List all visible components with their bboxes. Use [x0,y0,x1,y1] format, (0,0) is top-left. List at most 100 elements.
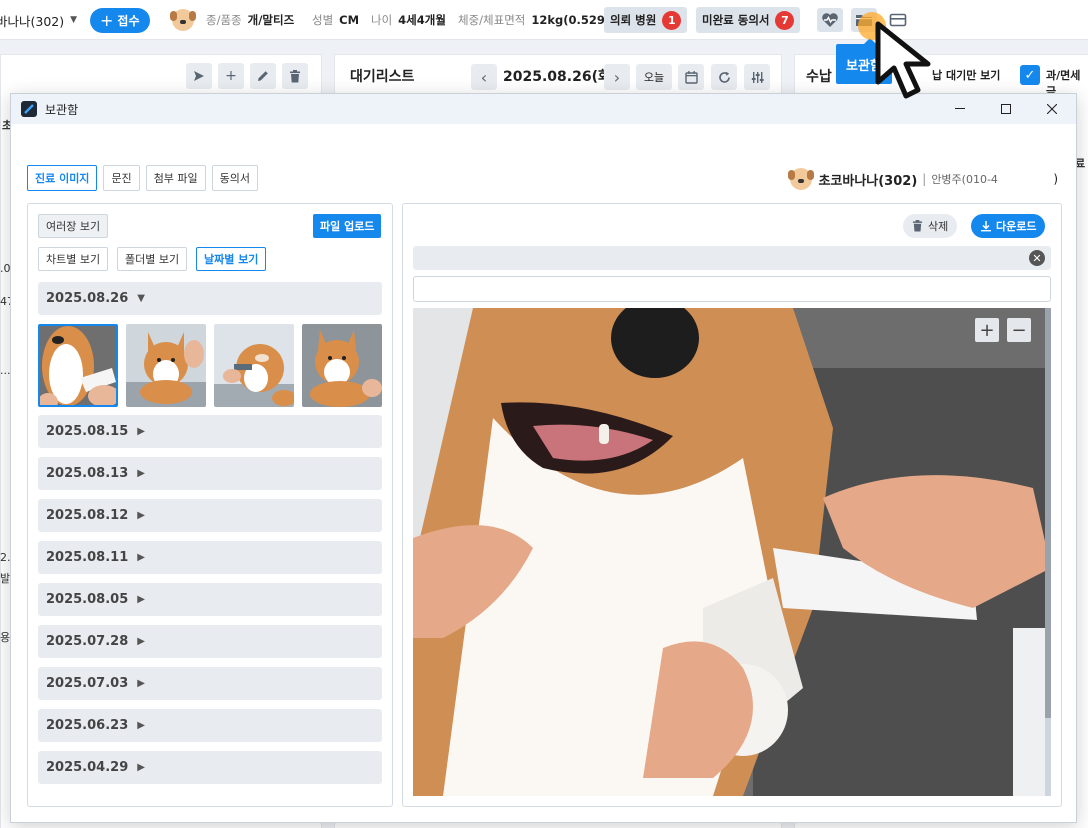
multi-view-button[interactable]: 여러장 보기 [38,214,109,238]
mouse-cursor-icon [875,21,931,99]
archive-window: 보관함 진료 이미지 문진 첨부 파일 동의서 초코바나나(302) | 안병주… [10,93,1077,823]
calendar-icon[interactable] [678,64,704,90]
file-name-bar: ✕ [413,246,1051,270]
download-label: 다운로드 [996,220,1037,233]
close-icon[interactable] [1029,94,1075,124]
zoom-in-icon[interactable]: + [975,318,999,342]
file-upload-button[interactable]: 파일 업로드 [313,214,382,238]
refresh-icon[interactable] [711,64,737,90]
date-group[interactable]: 2025.07.03 ▶ [38,667,382,700]
tab-questionnaire[interactable]: 문진 [103,165,140,191]
caret-down-icon: ▼ [70,15,78,25]
species-label: 종/품종 [206,13,242,27]
caret-right-icon: ▶ [137,468,145,479]
edit-icon[interactable] [250,63,276,89]
caret-down-icon: ▼ [137,293,145,304]
maximize-icon[interactable] [983,94,1029,124]
thumbnail-image-selected[interactable] [38,324,118,407]
date-group-expanded[interactable]: 2025.08.26 ▼ [38,282,382,315]
tab-attachments[interactable]: 첨부 파일 [145,165,206,191]
date-group[interactable]: 2025.08.12 ▶ [38,499,382,532]
weight-info: 체중/체표면적 12kg(0.529) [458,0,610,40]
trash-icon [912,220,923,232]
dog-avatar [170,0,196,40]
consent-label: 미완료 동의서 [702,13,770,27]
viewer-scrollbar[interactable] [1045,308,1051,796]
date-group[interactable]: 2025.07.28 ▶ [38,625,382,658]
date-group[interactable]: 2025.04.29 ▶ [38,751,382,784]
caret-right-icon: ▶ [137,510,145,521]
window-title: 보관함 [45,102,79,117]
caret-right-icon: ▶ [137,636,145,647]
separator: | [922,172,927,186]
pending-consent-button[interactable]: 미완료 동의서 7 [696,7,801,33]
view-by-folder-button[interactable]: 폴더별 보기 [117,247,188,271]
date-group-label: 2025.08.26 [46,291,129,306]
send-icon[interactable] [186,63,212,89]
view-by-date-button[interactable]: 날짜별 보기 [196,247,267,271]
thumbnail-image[interactable] [126,324,206,407]
image-viewer-pane: 삭제 다운로드 ✕ + − [402,203,1062,807]
archive-tabs: 진료 이미지 문진 첨부 파일 동의서 [27,165,259,191]
delete-label: 삭제 [928,220,949,233]
tab-consent-forms[interactable]: 동의서 [211,165,259,191]
species-value: 개/말티즈 [247,13,295,27]
owner-contact: 안병주(010-4 [931,173,998,186]
caret-right-icon: ▶ [137,426,145,437]
waitlist-title: 대기리스트 [350,69,415,85]
age-info: 나이 4세4개월 [371,0,446,40]
date-group-label: 2025.08.11 [46,550,129,565]
left-fragment: 용 [0,631,11,644]
date-group[interactable]: 2025.08.05 ▶ [38,583,382,616]
zoom-out-icon[interactable]: − [1007,318,1031,342]
dog-bandaged-paw-photo [413,308,1051,796]
date-group-label: 2025.08.12 [46,508,129,523]
referral-hospital-button[interactable]: 의뢰 병원 1 [604,7,688,33]
download-icon [981,221,991,232]
thumbnail-image[interactable] [214,324,294,407]
prev-date-icon[interactable]: ‹ [471,64,497,90]
date-group-label: 2025.08.05 [46,592,129,607]
left-fragment: ... [0,364,11,377]
date-group-label: 2025.07.03 [46,676,129,691]
heartbeat-icon[interactable] [817,8,843,32]
patient-select[interactable]: 바나나(302) ▼ [0,0,77,40]
trash-icon[interactable] [282,63,308,89]
referral-label: 의뢰 병원 [610,13,657,27]
next-date-icon[interactable]: › [604,64,630,90]
thumbnail-image[interactable] [302,324,382,407]
left-fragment: .0 [0,262,11,275]
image-viewer[interactable]: + − [413,308,1051,796]
weight-value: 12kg(0.529) [531,13,611,27]
patient-name: 초코바나나(302) [818,173,918,189]
view-by-chart-button[interactable]: 차트별 보기 [38,247,109,271]
date-group[interactable]: 2025.08.11 ▶ [38,541,382,574]
caret-right-icon: ▶ [137,720,145,731]
waitlist-date: 2025.08.26(화) [503,69,618,85]
download-button[interactable]: 다운로드 [971,214,1046,238]
referral-count-badge: 1 [662,10,682,30]
filter-sliders-icon[interactable] [744,64,770,90]
delete-button[interactable]: 삭제 [903,214,958,238]
memo-input[interactable] [413,276,1051,302]
date-group[interactable]: 2025.08.13 ▶ [38,457,382,490]
species-info: 종/품종 개/말티즈 [206,0,294,40]
age-value: 4세4개월 [398,13,446,27]
clear-icon[interactable]: ✕ [1029,250,1045,266]
sex-info: 성별 CM [312,0,359,40]
caret-right-icon: ▶ [137,552,145,563]
date-group[interactable]: 2025.06.23 ▶ [38,709,382,742]
register-button[interactable]: + 접수 [90,8,150,33]
sex-value: CM [339,13,360,27]
add-icon[interactable]: + [218,63,244,89]
date-group[interactable]: 2025.08.15 ▶ [38,415,382,448]
close-paren: ) [1053,172,1058,186]
consent-count-badge: 7 [775,10,795,30]
tab-treatment-images[interactable]: 진료 이미지 [27,165,98,191]
age-label: 나이 [371,13,393,27]
weight-label: 체중/체표면적 [458,13,526,27]
today-button[interactable]: 오늘 [636,64,672,90]
checkbox-icon[interactable]: ✓ [1020,65,1040,85]
image-list-pane: 여러장 보기 파일 업로드 차트별 보기 폴더별 보기 날짜별 보기 2025.… [27,203,393,807]
date-group-label: 2025.07.28 [46,634,129,649]
